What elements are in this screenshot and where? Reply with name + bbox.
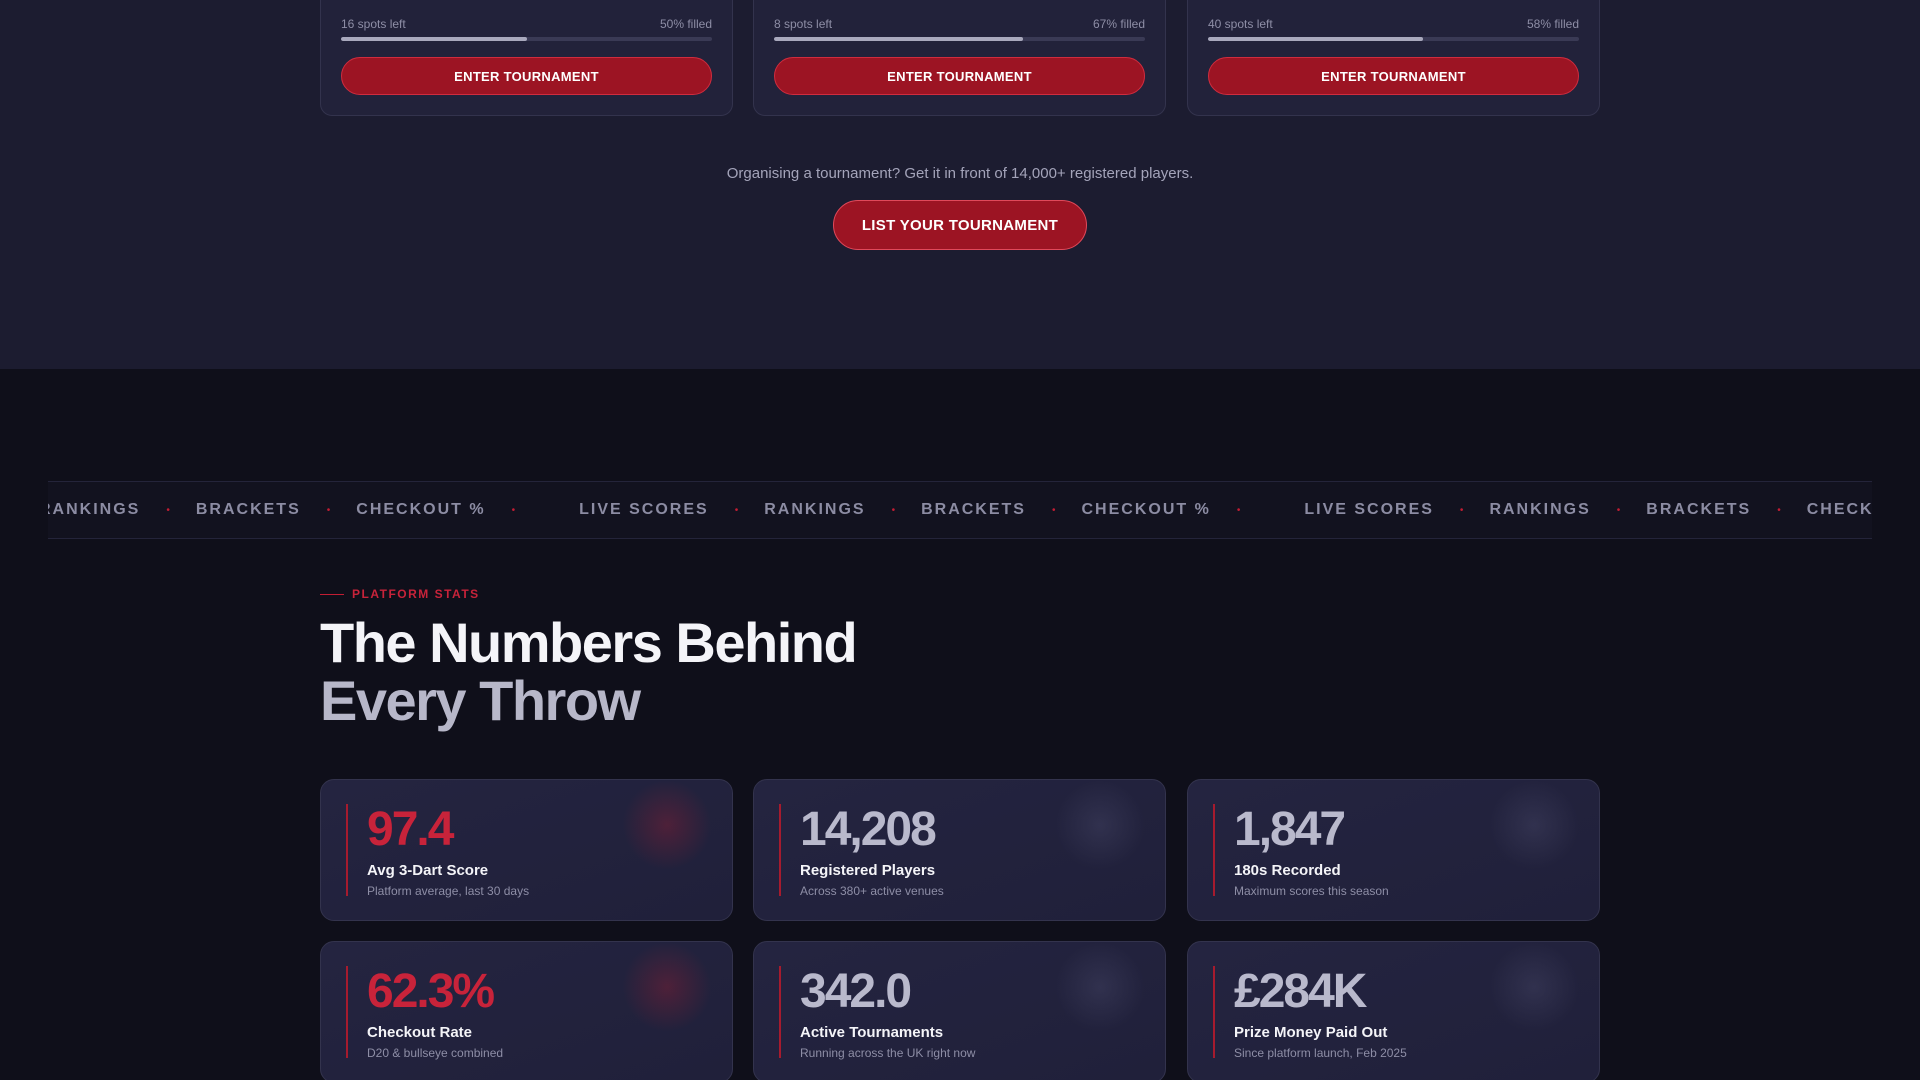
card-accent-bar	[1213, 804, 1215, 896]
stat-label: Avg 3-Dart Score	[367, 862, 489, 879]
spots-left: 40 spots left	[1208, 17, 1273, 31]
ticker-separator-icon: •	[1051, 504, 1056, 516]
stat-label: Checkout Rate	[367, 1024, 473, 1041]
card-accent-bar	[346, 966, 348, 1058]
filled-percent: 58% filled	[1526, 17, 1579, 31]
section-heading: The Numbers Behind Every Throw	[320, 611, 858, 732]
filled-percent: 67% filled	[1092, 17, 1145, 31]
stat-subtext: Across 380+ active venues	[800, 884, 944, 898]
ticker-separator-icon: •	[1777, 504, 1781, 516]
ticker-item: LIVE SCORES	[579, 501, 709, 518]
ticker-item: RANKINGS	[48, 501, 141, 518]
progress-bar	[341, 37, 712, 41]
progress-fill	[774, 37, 1023, 41]
card-glow	[1489, 942, 1579, 1032]
stat-label: Active Tournaments	[800, 1024, 944, 1041]
stat-value: 342.0	[800, 965, 912, 1018]
ticker-item: RANKINGS	[1489, 501, 1591, 518]
progress-bar	[1208, 37, 1579, 41]
stat-subtext: D20 & bullseye combined	[367, 1046, 504, 1060]
ticker-separator-icon: •	[511, 504, 516, 516]
ticker-track: RANKINGS • BRACKETS • CHECKOUT % • LIVE SCORES…	[48, 482, 1872, 538]
stat-value: 1,847	[1234, 803, 1346, 856]
enter-tournament-button[interactable]: ENTER TOURNAMENT	[1208, 57, 1579, 95]
stat-subtext: Since platform launch, Feb 2025	[1234, 1046, 1407, 1060]
stat-subtext: Running across the UK right now	[800, 1046, 976, 1060]
stat-label: Registered Players	[800, 862, 936, 879]
stat-label: 180s Recorded	[1234, 862, 1341, 879]
spots-left: 16 spots left	[341, 17, 406, 31]
section-eyebrow: PLATFORM STATS	[320, 587, 480, 601]
tournament-card: 16 spots left 50% filled ENTER TOURNAMEN…	[320, 0, 733, 116]
ticker-separator-icon: •	[1236, 504, 1241, 516]
ticker-separator-icon: •	[1616, 504, 1621, 516]
ticker-separator-icon: •	[734, 504, 739, 516]
heading-line-2: Every Throw	[320, 669, 641, 732]
stat-card: 342.0 Active Tournaments Running across …	[753, 941, 1166, 1080]
ticker-separator-icon: •	[166, 504, 170, 516]
stat-value: 97.4	[367, 803, 454, 856]
progress-fill	[1208, 37, 1424, 41]
eyebrow-line	[320, 593, 344, 595]
ticker-item: RANKINGS	[764, 501, 866, 518]
eyebrow-label: PLATFORM STATS	[352, 587, 480, 601]
stat-label: Prize Money Paid Out	[1234, 1024, 1388, 1041]
tournaments-section: 16 spots left 50% filled ENTER TOURNAMEN…	[0, 0, 1920, 369]
filled-percent: 50% filled	[659, 17, 712, 31]
card-accent-bar	[779, 966, 781, 1058]
stat-card: 97.4 Avg 3-Dart Score Platform average, …	[320, 779, 733, 921]
stat-card: 62.3% Checkout Rate D20 & bullseye combi…	[320, 941, 733, 1080]
stat-card: £284K Prize Money Paid Out Since platfor…	[1187, 941, 1600, 1080]
ticker-item: LIVE SCORES	[1304, 501, 1434, 518]
ticker-item: CHECKOUT %	[1081, 501, 1211, 518]
card-accent-bar	[346, 804, 348, 896]
ticker-separator-icon: •	[1459, 504, 1464, 516]
stat-subtext: Platform average, last 30 days	[367, 884, 530, 898]
stat-value: £284K	[1234, 965, 1367, 1018]
ticker-item: CHECKOUT %	[1806, 501, 1872, 518]
card-accent-bar	[779, 804, 781, 896]
spots-left: 8 spots left	[774, 17, 833, 31]
ticker-item: BRACKETS	[921, 501, 1026, 518]
enter-tournament-button[interactable]: ENTER TOURNAMENT	[341, 57, 712, 95]
tournament-card: 8 spots left 67% filled ENTER TOURNAMENT	[753, 0, 1166, 116]
stat-value: 62.3%	[367, 965, 495, 1018]
stat-value: 14,208	[800, 803, 937, 856]
organise-prompt: Organising a tournament? Get it in front…	[726, 165, 1194, 182]
ticker-separator-icon: •	[326, 504, 331, 516]
card-glow	[1055, 780, 1145, 870]
stat-card: 14,208 Registered Players Across 380+ ac…	[753, 779, 1166, 921]
card-glow	[622, 942, 712, 1032]
tournament-card: 40 spots left 58% filled ENTER TOURNAMEN…	[1187, 0, 1600, 116]
card-glow	[1489, 780, 1579, 870]
progress-bar	[774, 37, 1145, 41]
progress-fill	[341, 37, 527, 41]
stat-subtext: Maximum scores this season	[1234, 884, 1389, 898]
ticker-item: BRACKETS	[195, 501, 301, 518]
feature-ticker: RANKINGS • BRACKETS • CHECKOUT % • LIVE SCORES…	[48, 481, 1872, 539]
ticker-item: CHECKOUT %	[356, 501, 486, 518]
heading-line-1: The Numbers Behind	[320, 611, 858, 674]
enter-tournament-button[interactable]: ENTER TOURNAMENT	[774, 57, 1145, 95]
card-accent-bar	[1213, 966, 1215, 1058]
card-glow	[1055, 942, 1145, 1032]
card-glow	[622, 780, 712, 870]
ticker-separator-icon: •	[891, 504, 896, 516]
list-tournament-button[interactable]: LIST YOUR TOURNAMENT	[833, 200, 1087, 250]
stat-card: 1,847 180s Recorded Maximum scores this …	[1187, 779, 1600, 921]
ticker-item: BRACKETS	[1646, 501, 1752, 518]
